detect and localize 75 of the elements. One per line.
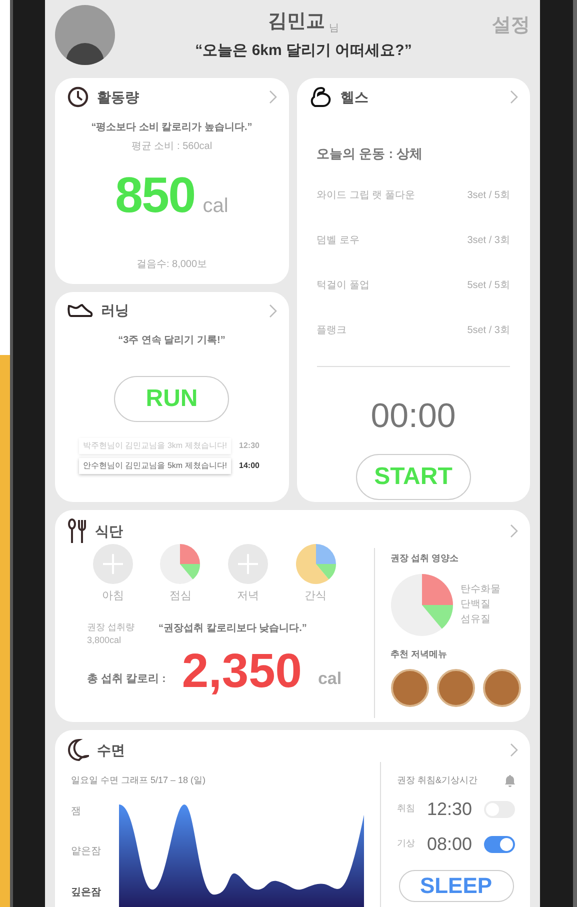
diet-quote: “권장섭취 칼로리보다 낮습니다.”: [158, 622, 307, 636]
nutrient-pie-drawing: [390, 574, 453, 636]
running-card[interactable]: 러닝 “3주 연속 달리기 기록!” RUN 박주현님이 김민교님을 3km 제쳤습니다! 12:30 안수현님이 김민교님을 5km 제쳤습니다! 14:00: [55, 292, 288, 502]
exercise-name: 플랭크: [316, 324, 346, 338]
toggle-switch[interactable]: [484, 836, 516, 852]
total-intake-value: 2,350: [182, 648, 302, 696]
sleep-stage-label: 얕은잠: [71, 845, 102, 859]
notification-time: 12:30: [239, 440, 260, 452]
nutrients-title: 권장 섭취 영양소: [390, 552, 460, 565]
meal-label: 저녁: [237, 589, 260, 604]
greeting-message: “오늘은 6km 달리기 어떠세요?”: [195, 41, 412, 61]
recommended-intake-value: 3,800cal: [87, 634, 122, 647]
fork-spoon-icon: [67, 518, 87, 544]
exercise-sets: 5set / 3회: [467, 324, 510, 338]
notification-message: 안수현님이 김민교님을 5km 제쳤습니다!: [79, 458, 232, 474]
sleep-graph-title: 일요일 수면 그래프 5/17 – 18 (일): [71, 774, 207, 787]
bell-icon[interactable]: [505, 774, 516, 787]
meal-label: 아침: [102, 589, 124, 604]
health-card[interactable]: 헬스 오늘의 운동 : 상체 와이드 그립 랫 풀다운 3set / 5회 덤벨 로우 3set / 3회 턱걸이 풀업 5set / 5회 플랭크 5set / 3회 00:00 START: [296, 78, 530, 502]
chevron-right-icon[interactable]: [510, 90, 518, 104]
alarm-time: 08:00: [427, 832, 472, 856]
nutrient-label: 단백질: [460, 598, 492, 612]
card-title: 헬스: [340, 88, 368, 106]
moon-icon: [67, 738, 89, 762]
calorie-value: 850: [115, 166, 195, 225]
menu-title: 추천 저녁메뉴: [390, 648, 448, 660]
chevron-right-icon[interactable]: [268, 90, 276, 104]
meal-label: 점심: [169, 589, 192, 604]
average-burn: 평균 소비 : 560cal: [131, 140, 212, 154]
card-title: 식단: [95, 522, 123, 540]
chevron-right-icon[interactable]: [268, 304, 276, 318]
exercise-sets: 3set / 3회: [467, 234, 510, 248]
flexed-arm-icon: [308, 86, 332, 108]
chevron-right-icon[interactable]: [510, 743, 518, 757]
calorie-unit: cal: [202, 194, 228, 219]
alarm-label: 기상: [397, 837, 415, 850]
sleep-stage-label: 깊은잠: [71, 886, 102, 900]
food-photo-placeholder[interactable]: [482, 669, 521, 707]
honorific: 님: [329, 22, 339, 36]
exercise-sets: 3set / 5회: [467, 188, 510, 202]
activity-card[interactable]: 활동량 “평소보다 소비 칼로리가 높습니다.” 평균 소비 : 560cal 850 cal 걸음수: 8,000보: [55, 78, 288, 284]
card-title: 러닝: [101, 301, 129, 320]
sleep-stage-label: 잼: [71, 804, 82, 818]
activity-quote: “평소보다 소비 칼로리가 높습니다.”: [91, 121, 252, 135]
nutrient-label: 탄수화물: [460, 583, 501, 597]
exercise-name: 턱걸이 풀업: [316, 278, 370, 292]
step-count: 걸음수: 8,000보: [136, 258, 208, 272]
sleep-card[interactable]: 수면 일요일 수면 그래프 5/17 – 18 (일) 잼 얕은잠 깊은잠 권장 취침&기상시간 취침 12:30 기상 08:00 SLEEP: [55, 730, 530, 907]
exercise-name: 덤벨 로우: [316, 234, 360, 248]
meal-pie-icon[interactable]: [296, 544, 336, 584]
user-name: 김민교: [268, 10, 325, 34]
diet-card[interactable]: 식단 아침 점심 저녁 간식 권장 섭취량 3,800cal “권장섭취 칼로리보다 낮습니다.” 총 섭취 칼로리 : 2,350 cal 권장 섭취 영양소 탄수화물 단백질 섬유질 추천 저녁메뉴: [55, 510, 530, 722]
total-intake-unit: cal: [318, 668, 342, 690]
nutrient-label: 섬유질: [460, 613, 492, 627]
alarm-label: 취침: [397, 802, 415, 816]
alarm-title: 권장 취침&기상시간: [397, 774, 478, 787]
workout-timer: 00:00: [370, 396, 456, 436]
notification-message: 박주현님이 김민교님을 3km 제쳤습니다!: [79, 438, 232, 454]
recommended-intake-label: 권장 섭취량: [87, 620, 135, 634]
exercise-sets: 5set / 5회: [467, 278, 510, 292]
today-workout: 오늘의 운동 : 상체: [316, 145, 424, 163]
clock-icon: [67, 86, 89, 108]
running-quote: “3주 연속 달리기 기록!”: [118, 334, 226, 348]
food-photo-placeholder[interactable]: [436, 669, 475, 707]
alarm-time: 12:30: [427, 798, 472, 820]
chevron-right-icon[interactable]: [510, 524, 518, 538]
meal-label: 간식: [304, 589, 327, 604]
meal-pie-icon[interactable]: [160, 544, 200, 584]
food-photo-placeholder[interactable]: [390, 669, 429, 707]
card-title: 활동량: [97, 88, 139, 106]
card-title: 수면: [97, 740, 125, 760]
notification-time: 14:00: [239, 460, 260, 472]
sneaker-icon: [67, 302, 93, 320]
exercise-name: 와이드 그립 랫 풀다운: [316, 188, 415, 202]
total-intake-label: 총 섭취 칼로리 :: [87, 672, 166, 687]
